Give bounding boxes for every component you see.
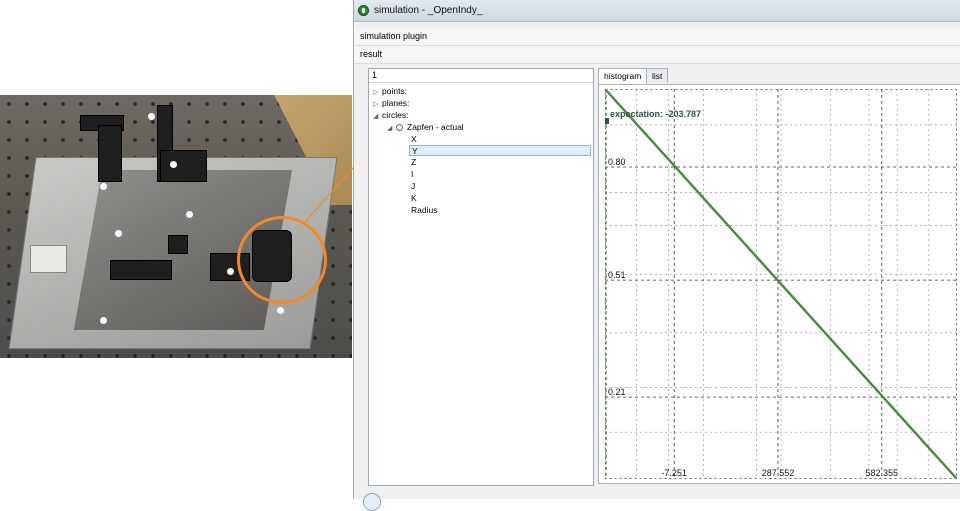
target-marker bbox=[115, 230, 122, 237]
tree-item-k[interactable]: K bbox=[411, 193, 417, 204]
sticker-label bbox=[30, 245, 67, 273]
tree-item-label: X bbox=[411, 134, 417, 144]
tree-item-zapfen[interactable]: ◢ Zapfen - actual bbox=[387, 122, 464, 133]
tree-item-i[interactable]: I bbox=[411, 169, 413, 180]
collapse-arrow-icon[interactable]: ◢ bbox=[373, 111, 382, 122]
openindy-app-icon bbox=[358, 5, 369, 16]
x-tick-label: 582.355 bbox=[866, 468, 899, 478]
tree-header[interactable]: 1 bbox=[369, 69, 593, 83]
histogram-chart: expectation: -203.787 0.80 0.51 0.21 -7.251 2… bbox=[605, 89, 957, 479]
y-tick-label: 0.21 bbox=[608, 387, 626, 397]
target-marker bbox=[100, 183, 107, 190]
tree-item-label: planes: bbox=[382, 98, 410, 108]
cube-block bbox=[168, 235, 188, 254]
target-marker bbox=[148, 113, 155, 120]
plugin-menu[interactable]: simulation plugin bbox=[354, 28, 960, 46]
expectation-annotation: expectation: -203.787 bbox=[610, 109, 701, 119]
tab-list[interactable]: list bbox=[646, 68, 669, 83]
tree-item-label: K bbox=[411, 193, 417, 203]
simulation-window: simulation - _OpenIndy_ simulation plugi… bbox=[353, 0, 960, 511]
front-block bbox=[110, 260, 172, 280]
window-title: simulation - _OpenIndy_ bbox=[374, 5, 483, 16]
clamp-post bbox=[98, 125, 122, 182]
target-marker bbox=[277, 307, 284, 314]
highlight-ring bbox=[237, 216, 327, 304]
y-tick-label: 0.51 bbox=[608, 270, 626, 280]
target-marker bbox=[227, 268, 234, 275]
y-tick-label: 0.80 bbox=[608, 157, 626, 167]
status-indicator-icon bbox=[363, 493, 381, 511]
x-tick-label: -7.251 bbox=[661, 468, 687, 478]
tree-item-label: I bbox=[411, 169, 414, 179]
tree-item-label: Radius bbox=[411, 205, 438, 215]
tree-item-j[interactable]: J bbox=[411, 181, 415, 192]
tree-item-label: J bbox=[411, 181, 416, 191]
tab-histogram[interactable]: histogram bbox=[598, 68, 648, 84]
target-marker bbox=[170, 161, 177, 168]
x-tick-label: 287.552 bbox=[762, 468, 795, 478]
tree-item-z[interactable]: Z bbox=[411, 157, 416, 168]
tree-item-label: Y bbox=[412, 146, 418, 156]
expand-arrow-icon[interactable]: ▷ bbox=[373, 99, 382, 110]
tree-item-points[interactable]: ▷ points: bbox=[373, 86, 407, 97]
tree-item-planes[interactable]: ▷ planes: bbox=[373, 98, 409, 109]
target-marker bbox=[186, 211, 193, 218]
tree-item-radius[interactable]: Radius bbox=[411, 205, 437, 216]
tree-item-label: circles: bbox=[382, 110, 409, 120]
tree-item-x[interactable]: X bbox=[411, 134, 417, 145]
expand-arrow-icon[interactable]: ▷ bbox=[373, 87, 382, 98]
title-bar[interactable]: simulation - _OpenIndy_ bbox=[354, 0, 960, 22]
result-section[interactable]: result bbox=[354, 46, 960, 64]
collapse-arrow-icon[interactable]: ◢ bbox=[387, 123, 396, 134]
circle-feature-icon bbox=[396, 124, 403, 131]
histogram-panel: expectation: -203.787 0.80 0.51 0.21 -7.251 2… bbox=[598, 84, 960, 484]
tree-item-label: points: bbox=[382, 86, 408, 96]
tree-item-label: Z bbox=[411, 157, 417, 167]
tree-item-label: Zapfen - actual bbox=[407, 122, 464, 132]
target-marker bbox=[100, 317, 107, 324]
expectation-marker bbox=[605, 118, 609, 124]
tab-bar: histogram list bbox=[598, 68, 960, 84]
side-clamp bbox=[160, 150, 207, 182]
feature-tree-panel: 1 ▷ points: ▷ planes: ◢ circles: ◢ Zapfen - … bbox=[368, 68, 594, 486]
tree-item-y[interactable]: Y bbox=[409, 145, 591, 156]
tree-item-circles[interactable]: ◢ circles: bbox=[373, 110, 408, 121]
